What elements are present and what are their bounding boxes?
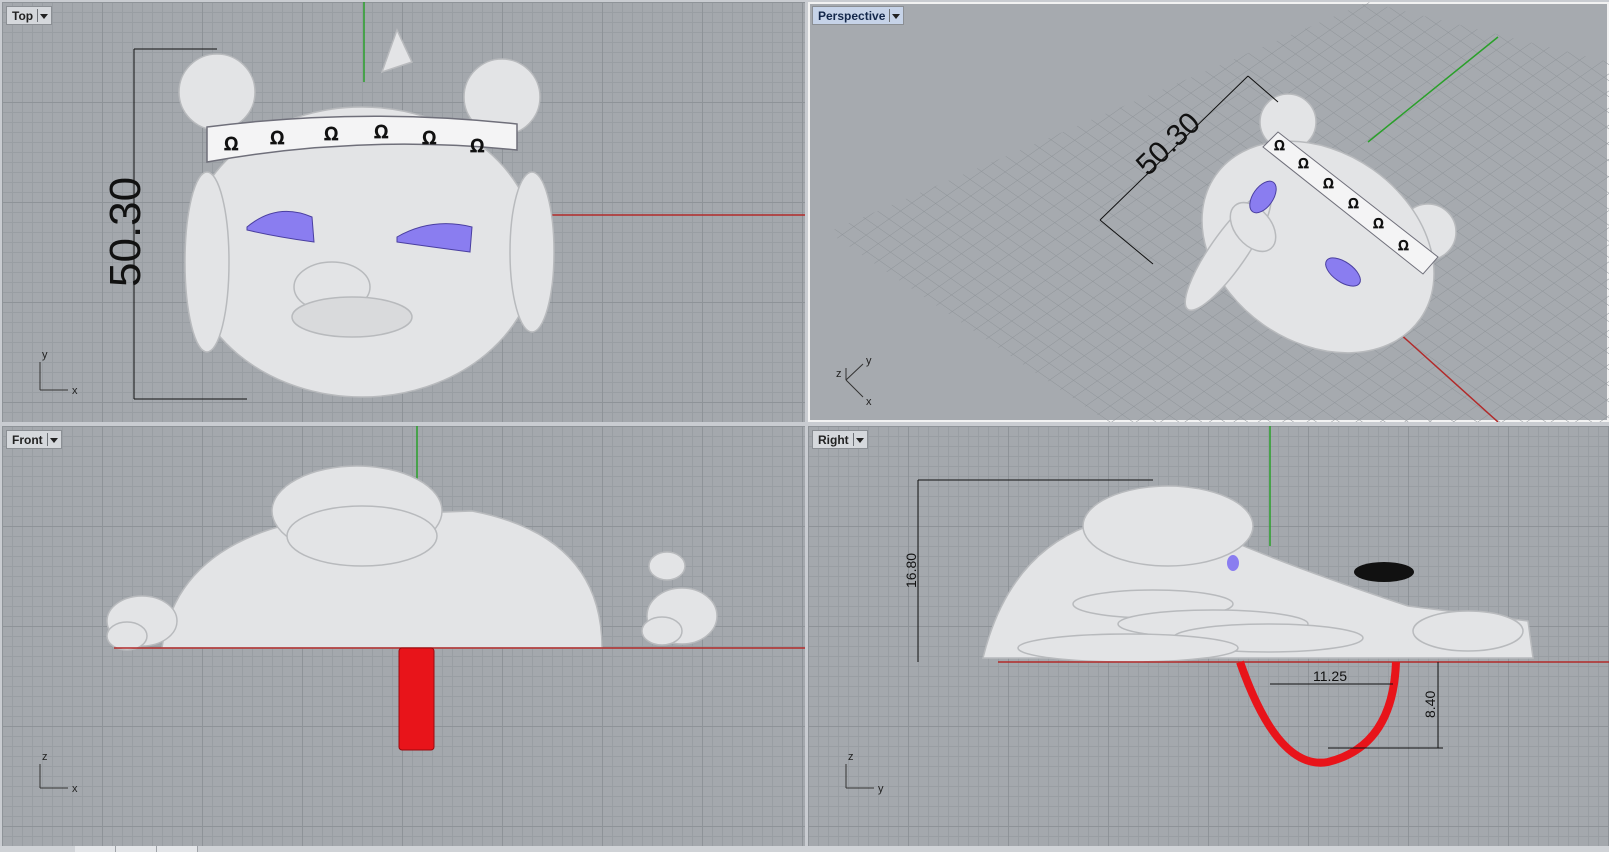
svg-text:ꭥ: ꭥ	[324, 118, 339, 146]
viewport-title-right: Right	[818, 432, 849, 447]
svg-text:ꭥ: ꭥ	[374, 116, 389, 144]
svg-text:ꭥ: ꭥ	[470, 130, 485, 158]
axis-label-b: y	[878, 783, 884, 795]
viewport-right[interactable]: Right 16.80 11.25 8.40 z y	[808, 426, 1609, 846]
bail-red	[398, 647, 435, 751]
top-view-scene: ꭥ ꭥ ꭥ ꭥ ꭥ ꭥ 50.30 y x	[39, 2, 805, 400]
axis-label-a: y	[42, 349, 48, 361]
perspective-view-scene: ꭥꭥꭥ ꭥꭥꭥ 50.30 z y x	[828, 2, 1609, 422]
viewport-tabs-strip	[0, 846, 1609, 852]
dimension-depth-label: 8.40	[1422, 691, 1438, 718]
svg-text:ꭥ: ꭥ	[1274, 134, 1285, 155]
viewport-front[interactable]: Front z x	[2, 426, 805, 846]
viewport-title-front: Front	[12, 432, 43, 447]
viewport-perspective[interactable]: Perspective ꭥꭥꭥ ꭥꭥꭥ 50.30 z y x	[808, 2, 1609, 422]
viewport-top[interactable]: Top ꭥ ꭥ ꭥ ꭥ ꭥ ꭥ 50.30 y x	[2, 2, 805, 422]
viewport-tab-perspective[interactable]: Perspective	[812, 6, 905, 25]
axis-label-b: x	[72, 385, 78, 397]
headband-symbols-side	[1354, 562, 1414, 582]
axis-indicator	[845, 764, 874, 789]
svg-text:ꭥ: ꭥ	[1323, 172, 1334, 193]
svg-text:ꭥ: ꭥ	[1373, 212, 1384, 233]
right-view-scene: 16.80 11.25 8.40 z y	[845, 426, 1609, 795]
dimension-height-label: 16.80	[903, 553, 919, 588]
svg-text:ꭥ: ꭥ	[1398, 234, 1409, 255]
strip-tab[interactable]	[116, 846, 157, 852]
axis-indicator	[845, 363, 864, 398]
axis-indicator	[39, 764, 68, 789]
viewport-tab-top[interactable]: Top	[6, 6, 53, 25]
chevron-down-icon[interactable]	[889, 9, 901, 22]
svg-text:ꭥ: ꭥ	[1348, 192, 1359, 213]
axis-label-z: z	[836, 368, 842, 380]
axis-indicator	[39, 362, 68, 391]
axis-label-a: z	[42, 751, 48, 763]
svg-text:ꭥ: ꭥ	[422, 122, 437, 150]
bear-pendant-model	[178, 28, 555, 398]
viewport-tab-front[interactable]: Front	[6, 430, 62, 449]
axis-label-b: x	[72, 783, 78, 795]
axis-label-a: z	[848, 751, 854, 763]
axis-label-b: x	[866, 396, 872, 408]
svg-text:ꭥ: ꭥ	[224, 128, 239, 156]
chevron-down-icon[interactable]	[37, 9, 49, 22]
axis-label-a: y	[866, 355, 872, 367]
dimension-width-label: 11.25	[1313, 668, 1347, 684]
strip-tab[interactable]	[75, 846, 116, 852]
bear-pendant-model	[106, 465, 718, 651]
dimension-label: 50.30	[101, 177, 150, 287]
svg-text:ꭥ: ꭥ	[1298, 152, 1309, 173]
bear-pendant-model	[982, 485, 1534, 663]
chevron-down-icon[interactable]	[852, 433, 864, 446]
front-view-scene: z x	[39, 426, 805, 795]
viewport-tab-right[interactable]: Right	[812, 430, 868, 449]
chevron-down-icon[interactable]	[46, 433, 58, 446]
viewport-title-top: Top	[12, 8, 34, 23]
strip-tab[interactable]	[157, 846, 198, 852]
viewport-title-perspective: Perspective	[818, 8, 886, 23]
svg-text:ꭥ: ꭥ	[270, 122, 285, 150]
eye-side	[1227, 555, 1239, 571]
